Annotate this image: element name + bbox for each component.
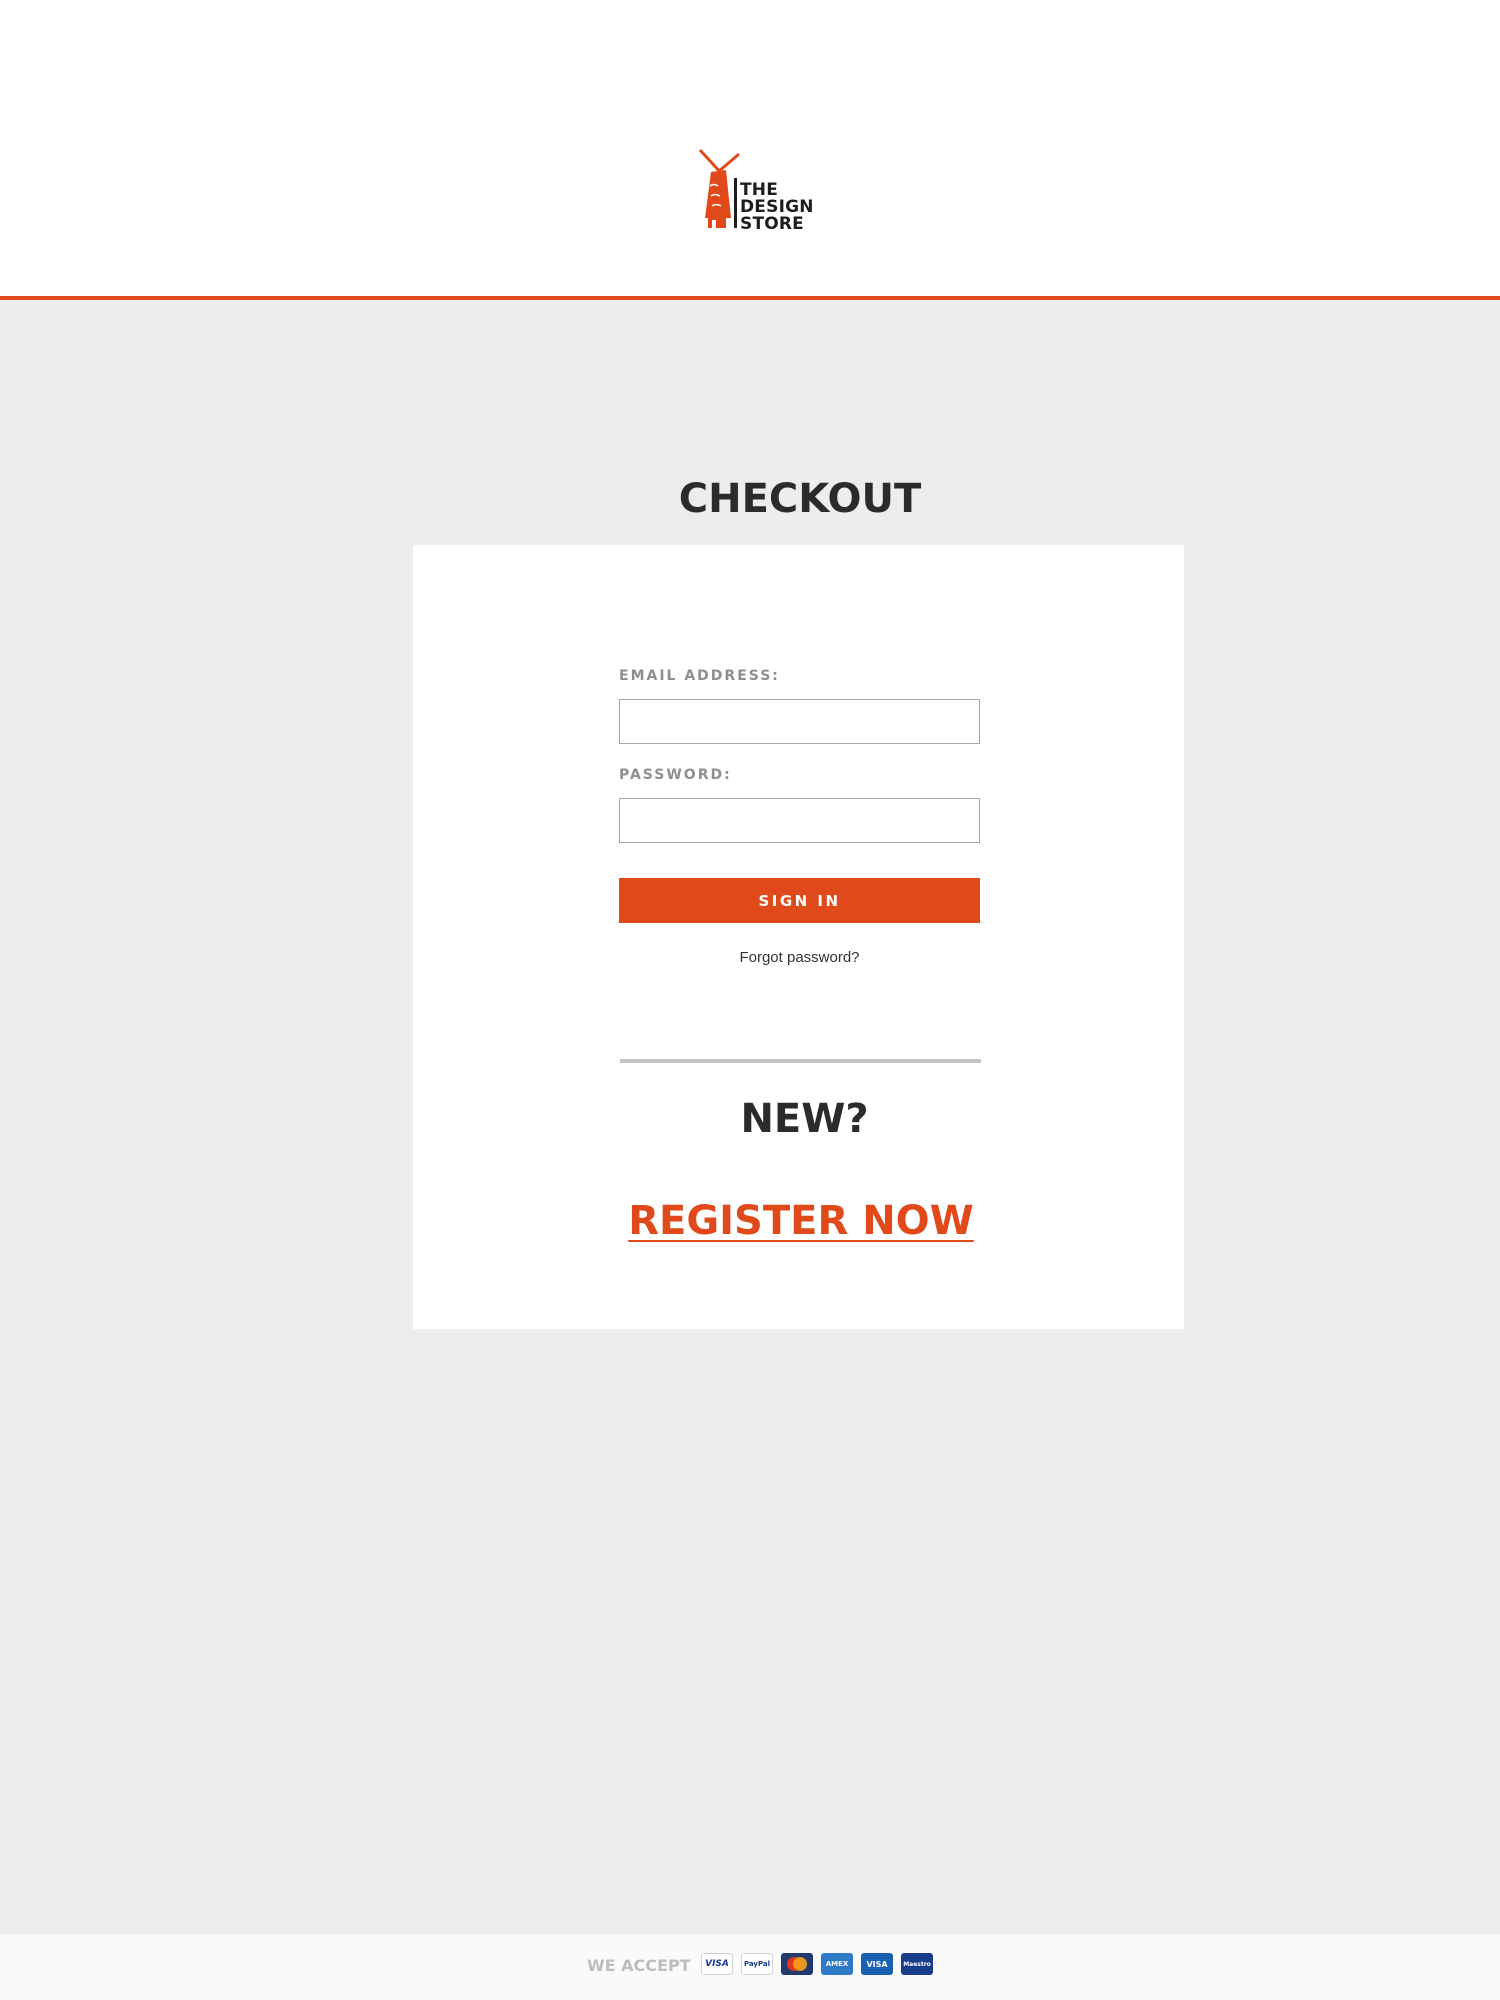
password-field[interactable] (619, 798, 980, 843)
register-now-link[interactable]: REGISTER NOW (563, 1198, 1039, 1244)
visa-card-icon: VISA (701, 1953, 733, 1975)
maestro-card-icon: Maestro (901, 1953, 933, 1975)
sign-in-button[interactable]: SIGN IN (619, 878, 980, 923)
site-footer: WE ACCEPT VISA PayPal AMEX VISA Maestro (0, 1934, 1500, 2000)
we-accept-label: WE ACCEPT (587, 1956, 691, 1975)
logo-line-store: STORE (740, 214, 804, 234)
mastercard-card-icon (781, 1953, 813, 1975)
login-card: EMAIL ADDRESS: PASSWORD: SIGN IN Forgot … (413, 545, 1184, 1329)
section-divider (620, 1059, 981, 1063)
page-title: CHECKOUT (678, 476, 922, 522)
forgot-password-link[interactable]: Forgot password? (619, 949, 980, 966)
new-customer-heading: NEW? (740, 1096, 869, 1142)
store-logo[interactable]: THE DESIGN STORE (698, 146, 822, 238)
password-label: PASSWORD: (619, 767, 732, 783)
email-field[interactable] (619, 699, 980, 744)
email-label: EMAIL ADDRESS: (619, 668, 780, 684)
payment-methods: VISA PayPal AMEX VISA Maestro (701, 1953, 933, 1975)
logo-divider (734, 178, 737, 228)
site-header: THE DESIGN STORE (0, 0, 1500, 300)
logo-wordmark: THE DESIGN STORE (740, 182, 814, 233)
visa-electron-card-icon: VISA (861, 1953, 893, 1975)
mastercard-circles-icon (787, 1957, 807, 1971)
paypal-card-icon: PayPal (741, 1953, 773, 1975)
amex-card-icon: AMEX (821, 1953, 853, 1975)
